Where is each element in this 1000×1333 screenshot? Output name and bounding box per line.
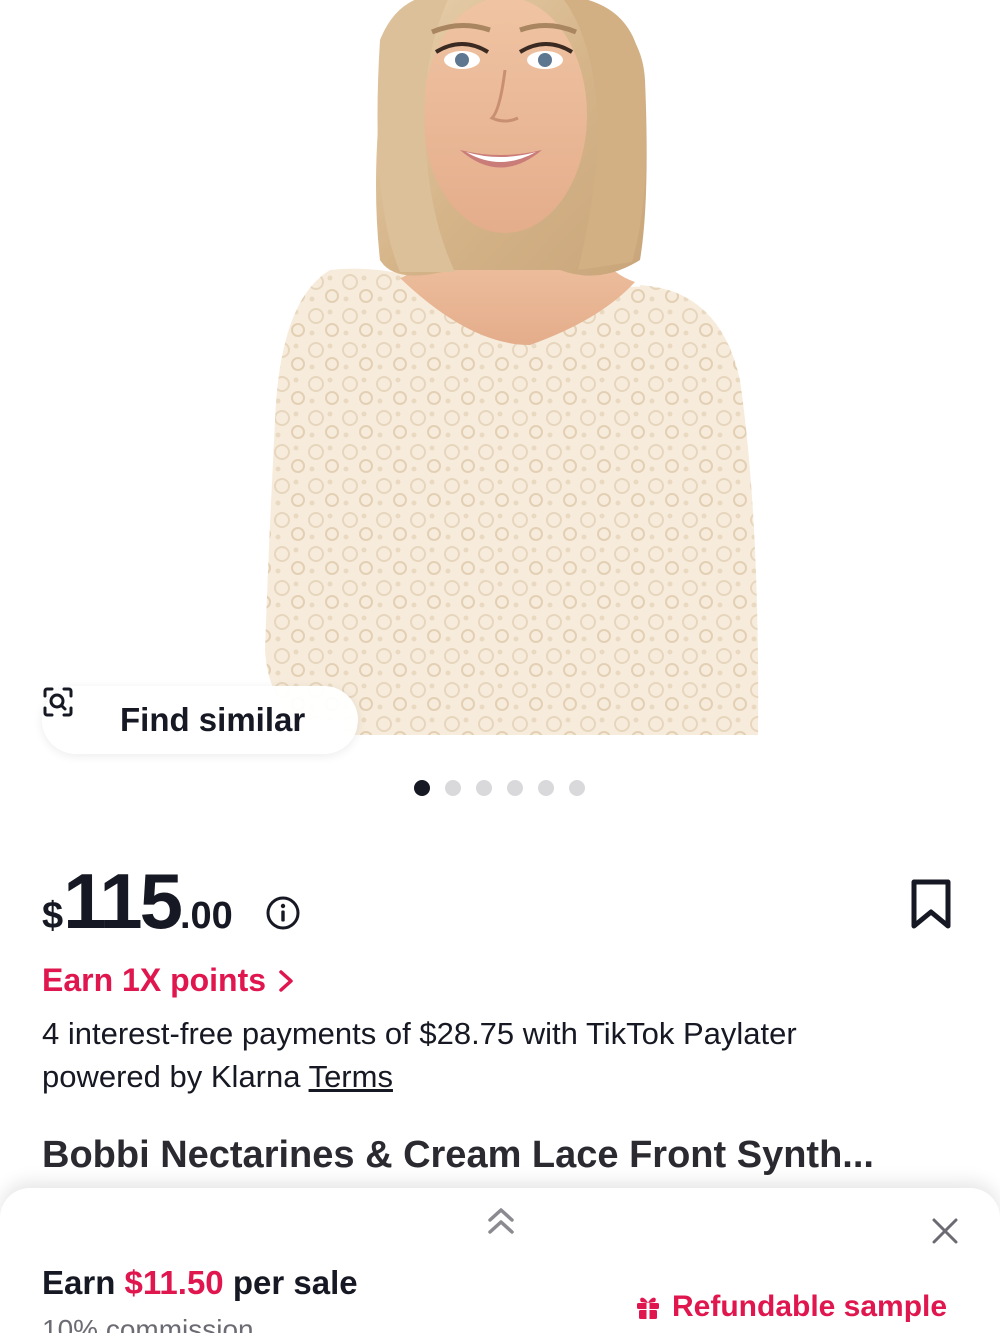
pagination-dot[interactable] xyxy=(445,780,461,796)
earn-points-label: Earn 1X points xyxy=(42,962,267,998)
close-icon[interactable] xyxy=(930,1216,960,1246)
gift-icon xyxy=(637,1297,659,1319)
find-similar-button[interactable]: Find similar xyxy=(42,686,358,754)
info-icon[interactable] xyxy=(265,895,301,931)
earn-points-link[interactable]: Earn 1X points xyxy=(42,962,296,999)
paylater-line1: 4 interest-free payments of $28.75 with … xyxy=(42,1016,797,1051)
refundable-sample-label: Refundable sample xyxy=(672,1290,948,1323)
image-pagination-dots xyxy=(414,780,585,796)
chevron-right-icon xyxy=(279,969,293,992)
product-image[interactable]: Find similar xyxy=(0,0,1000,810)
affiliate-sheet: Earn $11.50 per sale 10% commission Refu… xyxy=(0,1188,1000,1333)
pagination-dot[interactable] xyxy=(476,780,492,796)
pagination-dot[interactable] xyxy=(569,780,585,796)
image-search-icon xyxy=(43,687,106,736)
price: $ 115 .00 xyxy=(42,862,233,940)
pagination-dot[interactable] xyxy=(414,780,430,796)
earn-prefix: Earn xyxy=(42,1264,116,1301)
refundable-sample-badge[interactable]: Refundable sample xyxy=(634,1290,947,1324)
price-decimal: .00 xyxy=(179,895,233,937)
bookmark-icon[interactable] xyxy=(908,878,954,930)
paylater-info: 4 interest-free payments of $28.75 with … xyxy=(42,1012,942,1098)
product-title: Bobbi Nectarines & Cream Lace Front Synt… xyxy=(42,1134,874,1176)
commission-rate: 10% commission xyxy=(42,1314,254,1333)
price-integer: 115 xyxy=(63,857,183,945)
pagination-dot[interactable] xyxy=(507,780,523,796)
pagination-dot[interactable] xyxy=(538,780,554,796)
double-chevron-up-icon[interactable] xyxy=(484,1202,518,1240)
price-currency: $ xyxy=(42,895,64,937)
terms-link[interactable]: Terms xyxy=(309,1059,393,1094)
paylater-line2: powered by Klarna xyxy=(42,1059,301,1094)
earn-amount: $11.50 xyxy=(124,1264,224,1301)
find-similar-label: Find similar xyxy=(120,701,306,738)
earn-suffix: per sale xyxy=(232,1264,358,1301)
earn-per-sale: Earn $11.50 per sale xyxy=(42,1264,358,1302)
